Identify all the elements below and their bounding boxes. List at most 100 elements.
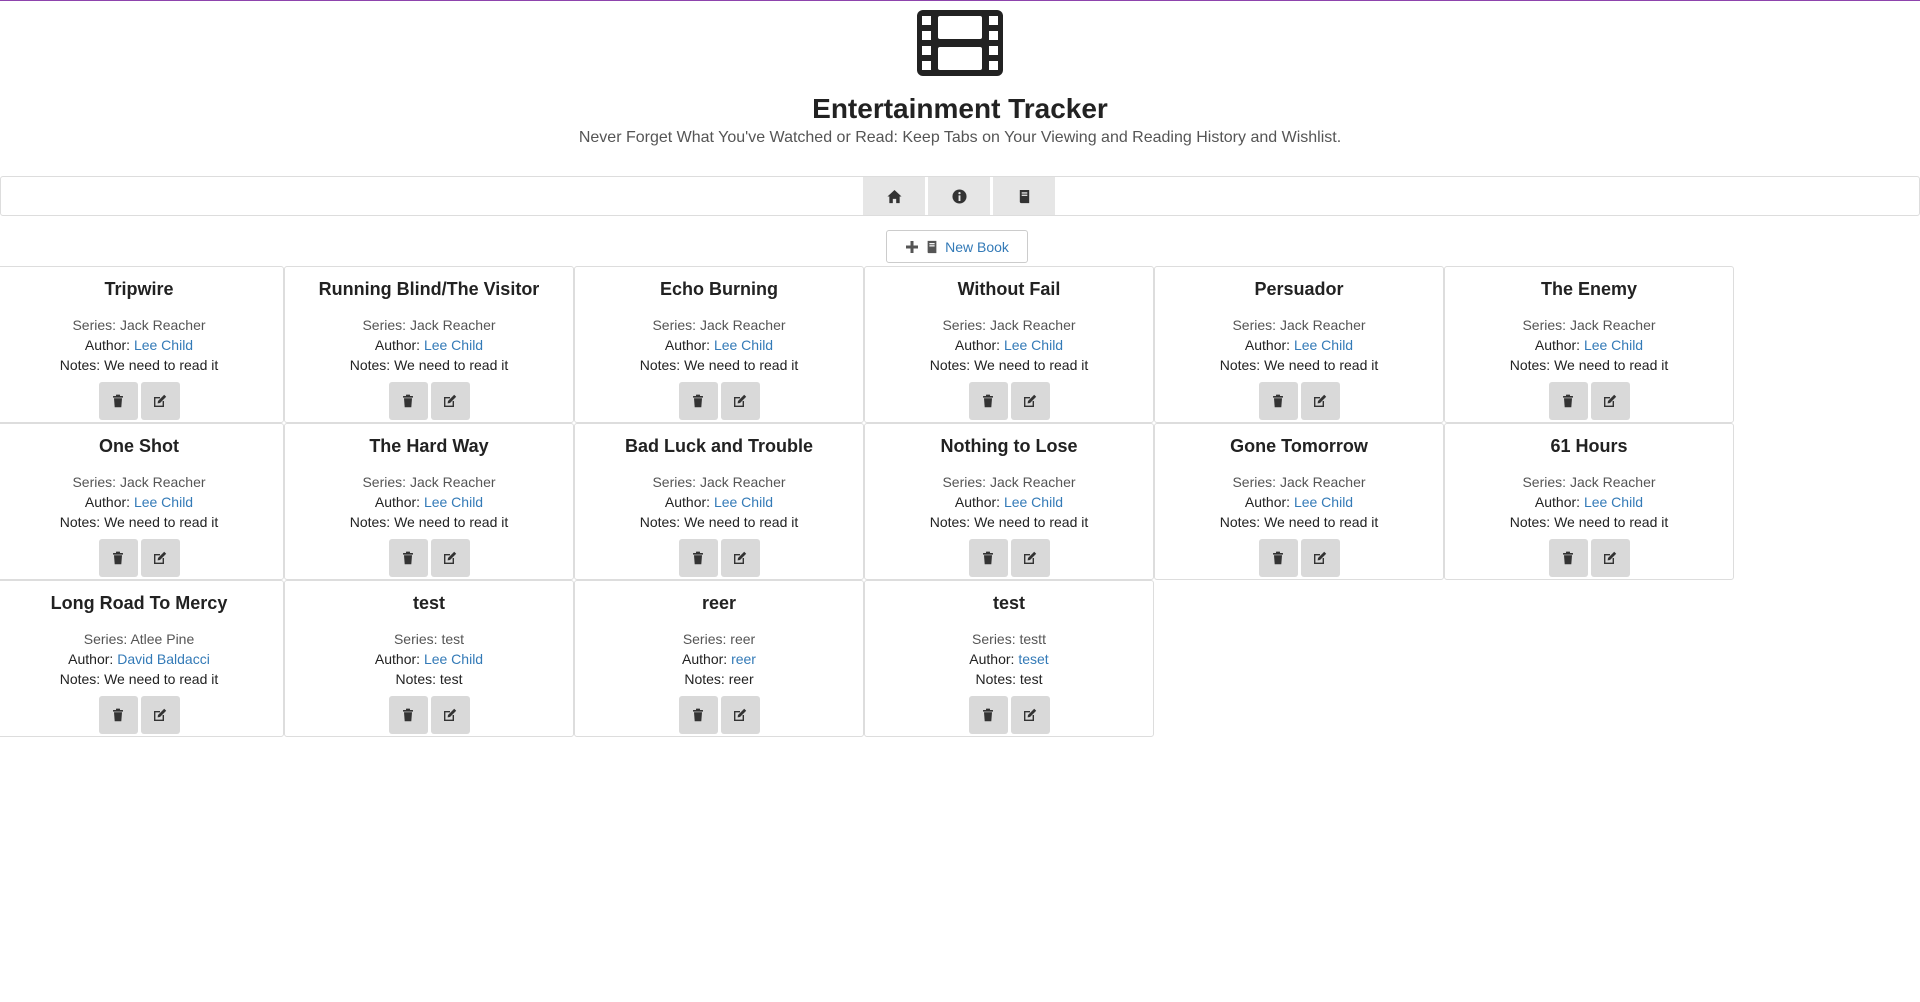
- edit-button[interactable]: [140, 382, 180, 420]
- delete-button[interactable]: [678, 696, 718, 734]
- author-link[interactable]: Lee Child: [714, 337, 773, 353]
- book-title: Gone Tomorrow: [1230, 436, 1368, 456]
- book-card: Persuador Series: Jack Reacher Author: Lee…: [1154, 266, 1444, 423]
- series-value: test: [441, 631, 465, 647]
- delete-button[interactable]: [98, 696, 138, 734]
- series-value: Jack Reacher: [1279, 474, 1366, 490]
- edit-button[interactable]: [1010, 696, 1050, 734]
- delete-button[interactable]: [968, 696, 1008, 734]
- delete-button[interactable]: [1548, 539, 1588, 577]
- edit-button[interactable]: [430, 539, 470, 577]
- edit-button[interactable]: [1300, 382, 1340, 420]
- book-author: Author: David Baldacci: [0, 649, 283, 669]
- delete-button[interactable]: [1258, 539, 1298, 577]
- notes-value: We need to read it: [974, 357, 1089, 373]
- delete-button[interactable]: [678, 382, 718, 420]
- delete-button[interactable]: [678, 539, 718, 577]
- book-author: Author: Lee Child: [285, 335, 573, 355]
- author-label: Author:: [1244, 337, 1291, 353]
- edit-button[interactable]: [1590, 539, 1630, 577]
- book-notes: Notes: We need to read it: [1155, 512, 1443, 532]
- edit-button[interactable]: [140, 696, 180, 734]
- book-card: Nothing to Lose Series: Jack Reacher Autho…: [864, 423, 1154, 580]
- author-link[interactable]: Lee Child: [134, 337, 193, 353]
- author-label: Author:: [664, 337, 711, 353]
- nav-books-button[interactable]: [993, 177, 1055, 215]
- delete-button[interactable]: [388, 539, 428, 577]
- card-actions: [285, 382, 573, 422]
- book-card: reer Series: reer Author: reer Notes: reer: [574, 580, 864, 737]
- book-series: Series: Jack Reacher: [1445, 315, 1733, 335]
- series-value: Jack Reacher: [1569, 474, 1656, 490]
- edit-button[interactable]: [1010, 382, 1050, 420]
- book-notes: Notes: We need to read it: [0, 512, 283, 532]
- card-actions: [865, 696, 1153, 736]
- edit-button[interactable]: [140, 539, 180, 577]
- author-link[interactable]: Lee Child: [714, 494, 773, 510]
- notes-label: Notes:: [929, 514, 971, 530]
- edit-button[interactable]: [1590, 382, 1630, 420]
- edit-icon: [153, 394, 167, 408]
- author-link[interactable]: Lee Child: [1294, 494, 1353, 510]
- book-card: test Series: test Author: Lee Child Notes: …: [284, 580, 574, 737]
- delete-button[interactable]: [388, 696, 428, 734]
- author-link[interactable]: teset: [1018, 651, 1048, 667]
- author-link[interactable]: Lee Child: [424, 494, 483, 510]
- card-actions: [285, 696, 573, 736]
- author-link[interactable]: Lee Child: [1584, 337, 1643, 353]
- edit-button[interactable]: [720, 539, 760, 577]
- trash-icon: [691, 551, 705, 565]
- delete-button[interactable]: [388, 382, 428, 420]
- page-title: Entertainment Tracker: [812, 93, 1108, 124]
- delete-button[interactable]: [1258, 382, 1298, 420]
- book-notes: Notes: We need to read it: [1445, 355, 1733, 375]
- delete-button[interactable]: [968, 382, 1008, 420]
- delete-button[interactable]: [1548, 382, 1588, 420]
- author-link[interactable]: Lee Child: [134, 494, 193, 510]
- notes-label: Notes:: [1509, 514, 1551, 530]
- book-title: The Enemy: [1540, 279, 1638, 299]
- delete-button[interactable]: [98, 382, 138, 420]
- edit-icon: [153, 551, 167, 565]
- author-link[interactable]: David Baldacci: [117, 651, 210, 667]
- author-link[interactable]: Lee Child: [1294, 337, 1353, 353]
- author-link[interactable]: Lee Child: [424, 337, 483, 353]
- series-value: Jack Reacher: [989, 317, 1076, 333]
- book-author: Author: Lee Child: [1445, 492, 1733, 512]
- author-link[interactable]: reer: [731, 651, 756, 667]
- notes-value: We need to read it: [1554, 514, 1669, 530]
- plus-icon: [906, 240, 919, 253]
- book-notes: Notes: We need to read it: [575, 355, 863, 375]
- notes-label: Notes:: [639, 514, 681, 530]
- new-book-button[interactable]: New Book: [886, 230, 1028, 263]
- series-label: Series:: [72, 317, 117, 333]
- author-link[interactable]: Lee Child: [424, 651, 483, 667]
- edit-button[interactable]: [720, 696, 760, 734]
- book-series: Series: Jack Reacher: [0, 315, 283, 335]
- edit-button[interactable]: [430, 382, 470, 420]
- author-label: Author:: [84, 494, 131, 510]
- book-series: Series: Jack Reacher: [865, 315, 1153, 335]
- author-link[interactable]: Lee Child: [1584, 494, 1643, 510]
- book-series: Series: reer: [575, 629, 863, 649]
- nav-home-button[interactable]: [863, 177, 925, 215]
- nav-info-button[interactable]: [928, 177, 990, 215]
- edit-button[interactable]: [430, 696, 470, 734]
- series-value: Jack Reacher: [1279, 317, 1366, 333]
- book-author: Author: Lee Child: [865, 492, 1153, 512]
- author-link[interactable]: Lee Child: [1004, 494, 1063, 510]
- delete-button[interactable]: [98, 539, 138, 577]
- notes-value: test: [439, 671, 463, 687]
- book-series: Series: Jack Reacher: [575, 315, 863, 335]
- book-title: Nothing to Lose: [940, 436, 1078, 456]
- edit-button[interactable]: [1300, 539, 1340, 577]
- author-label: Author:: [374, 651, 421, 667]
- delete-button[interactable]: [968, 539, 1008, 577]
- series-value: Jack Reacher: [119, 474, 206, 490]
- edit-button[interactable]: [720, 382, 760, 420]
- author-label: Author:: [1534, 337, 1581, 353]
- edit-button[interactable]: [1010, 539, 1050, 577]
- series-value: Jack Reacher: [119, 317, 206, 333]
- series-value: reer: [730, 631, 756, 647]
- author-link[interactable]: Lee Child: [1004, 337, 1063, 353]
